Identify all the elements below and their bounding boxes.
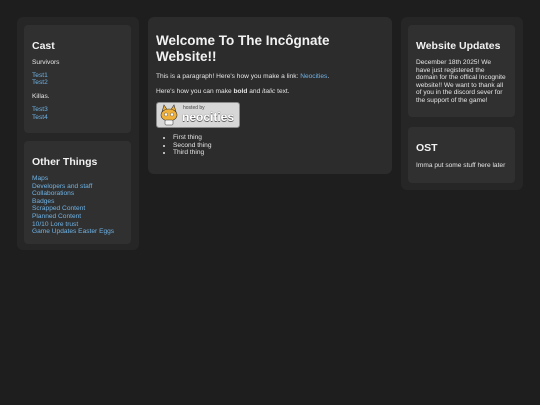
things-list: First thing Second thing Third thing [156,134,384,157]
website-updates-text: December 18th 2025! We have just registe… [416,59,506,104]
killer-link-test3[interactable]: Test3 [32,106,123,114]
website-updates-heading: Website Updates [416,40,501,52]
link-paragraph: This is a paragraph! Here's how you make… [156,73,330,80]
badge-neocities-text: neocities [182,110,235,125]
website-updates-panel: Website Updates December 18th 2025! We h… [408,25,515,117]
link-game-updates-easter-eggs[interactable]: Game Updates Easter Eggs [32,228,123,236]
link-maps[interactable]: Maps [32,175,123,183]
right-sidebar: Website Updates December 18th 2025! We h… [401,17,523,190]
neocities-cat-icon [160,104,178,126]
list-item: First thing [173,134,384,142]
other-things-panel: Other Things Maps Developers and staff C… [24,141,131,244]
main-content: Welcome To The Incôgnate Website!! This … [148,17,392,174]
other-things-heading: Other Things [32,156,98,168]
left-sidebar: Cast Survivors Test1 Test2 Killas. Test3… [17,17,139,250]
link-badges[interactable]: Badges [32,198,123,206]
list-item: Third thing [173,149,384,157]
survivor-link-test2[interactable]: Test2 [32,79,123,87]
link-collaborations[interactable]: Collaborations [32,190,123,198]
list-item: Second thing [173,142,384,150]
hosted-by-neocities-badge[interactable]: hosted by neocities [156,102,240,129]
neocities-link[interactable]: Neocities [300,73,327,80]
format-paragraph: Here's how you can make bold and italic … [156,87,290,95]
link-developers-and-staff[interactable]: Developers and staff [32,183,123,191]
link-scrapped-content[interactable]: Scrapped Content [32,205,123,213]
ost-panel: OST Imma put some stuff here later [408,127,515,183]
killer-link-test4[interactable]: Test4 [32,114,123,122]
page-title: Welcome To The Incôgnate Website!! [156,33,330,64]
link-lore-trust[interactable]: 10/10 Lore trust [32,221,123,229]
survivor-link-test1[interactable]: Test1 [32,72,123,80]
survivors-label: Survivors [32,59,60,66]
cast-panel: Cast Survivors Test1 Test2 Killas. Test3… [24,25,131,133]
killers-label: Killas. [32,92,50,100]
ost-text: Imma put some stuff here later [416,162,506,169]
link-planned-content[interactable]: Planned Content [32,213,123,221]
cast-heading: Cast [32,40,55,52]
ost-heading: OST [416,142,438,154]
